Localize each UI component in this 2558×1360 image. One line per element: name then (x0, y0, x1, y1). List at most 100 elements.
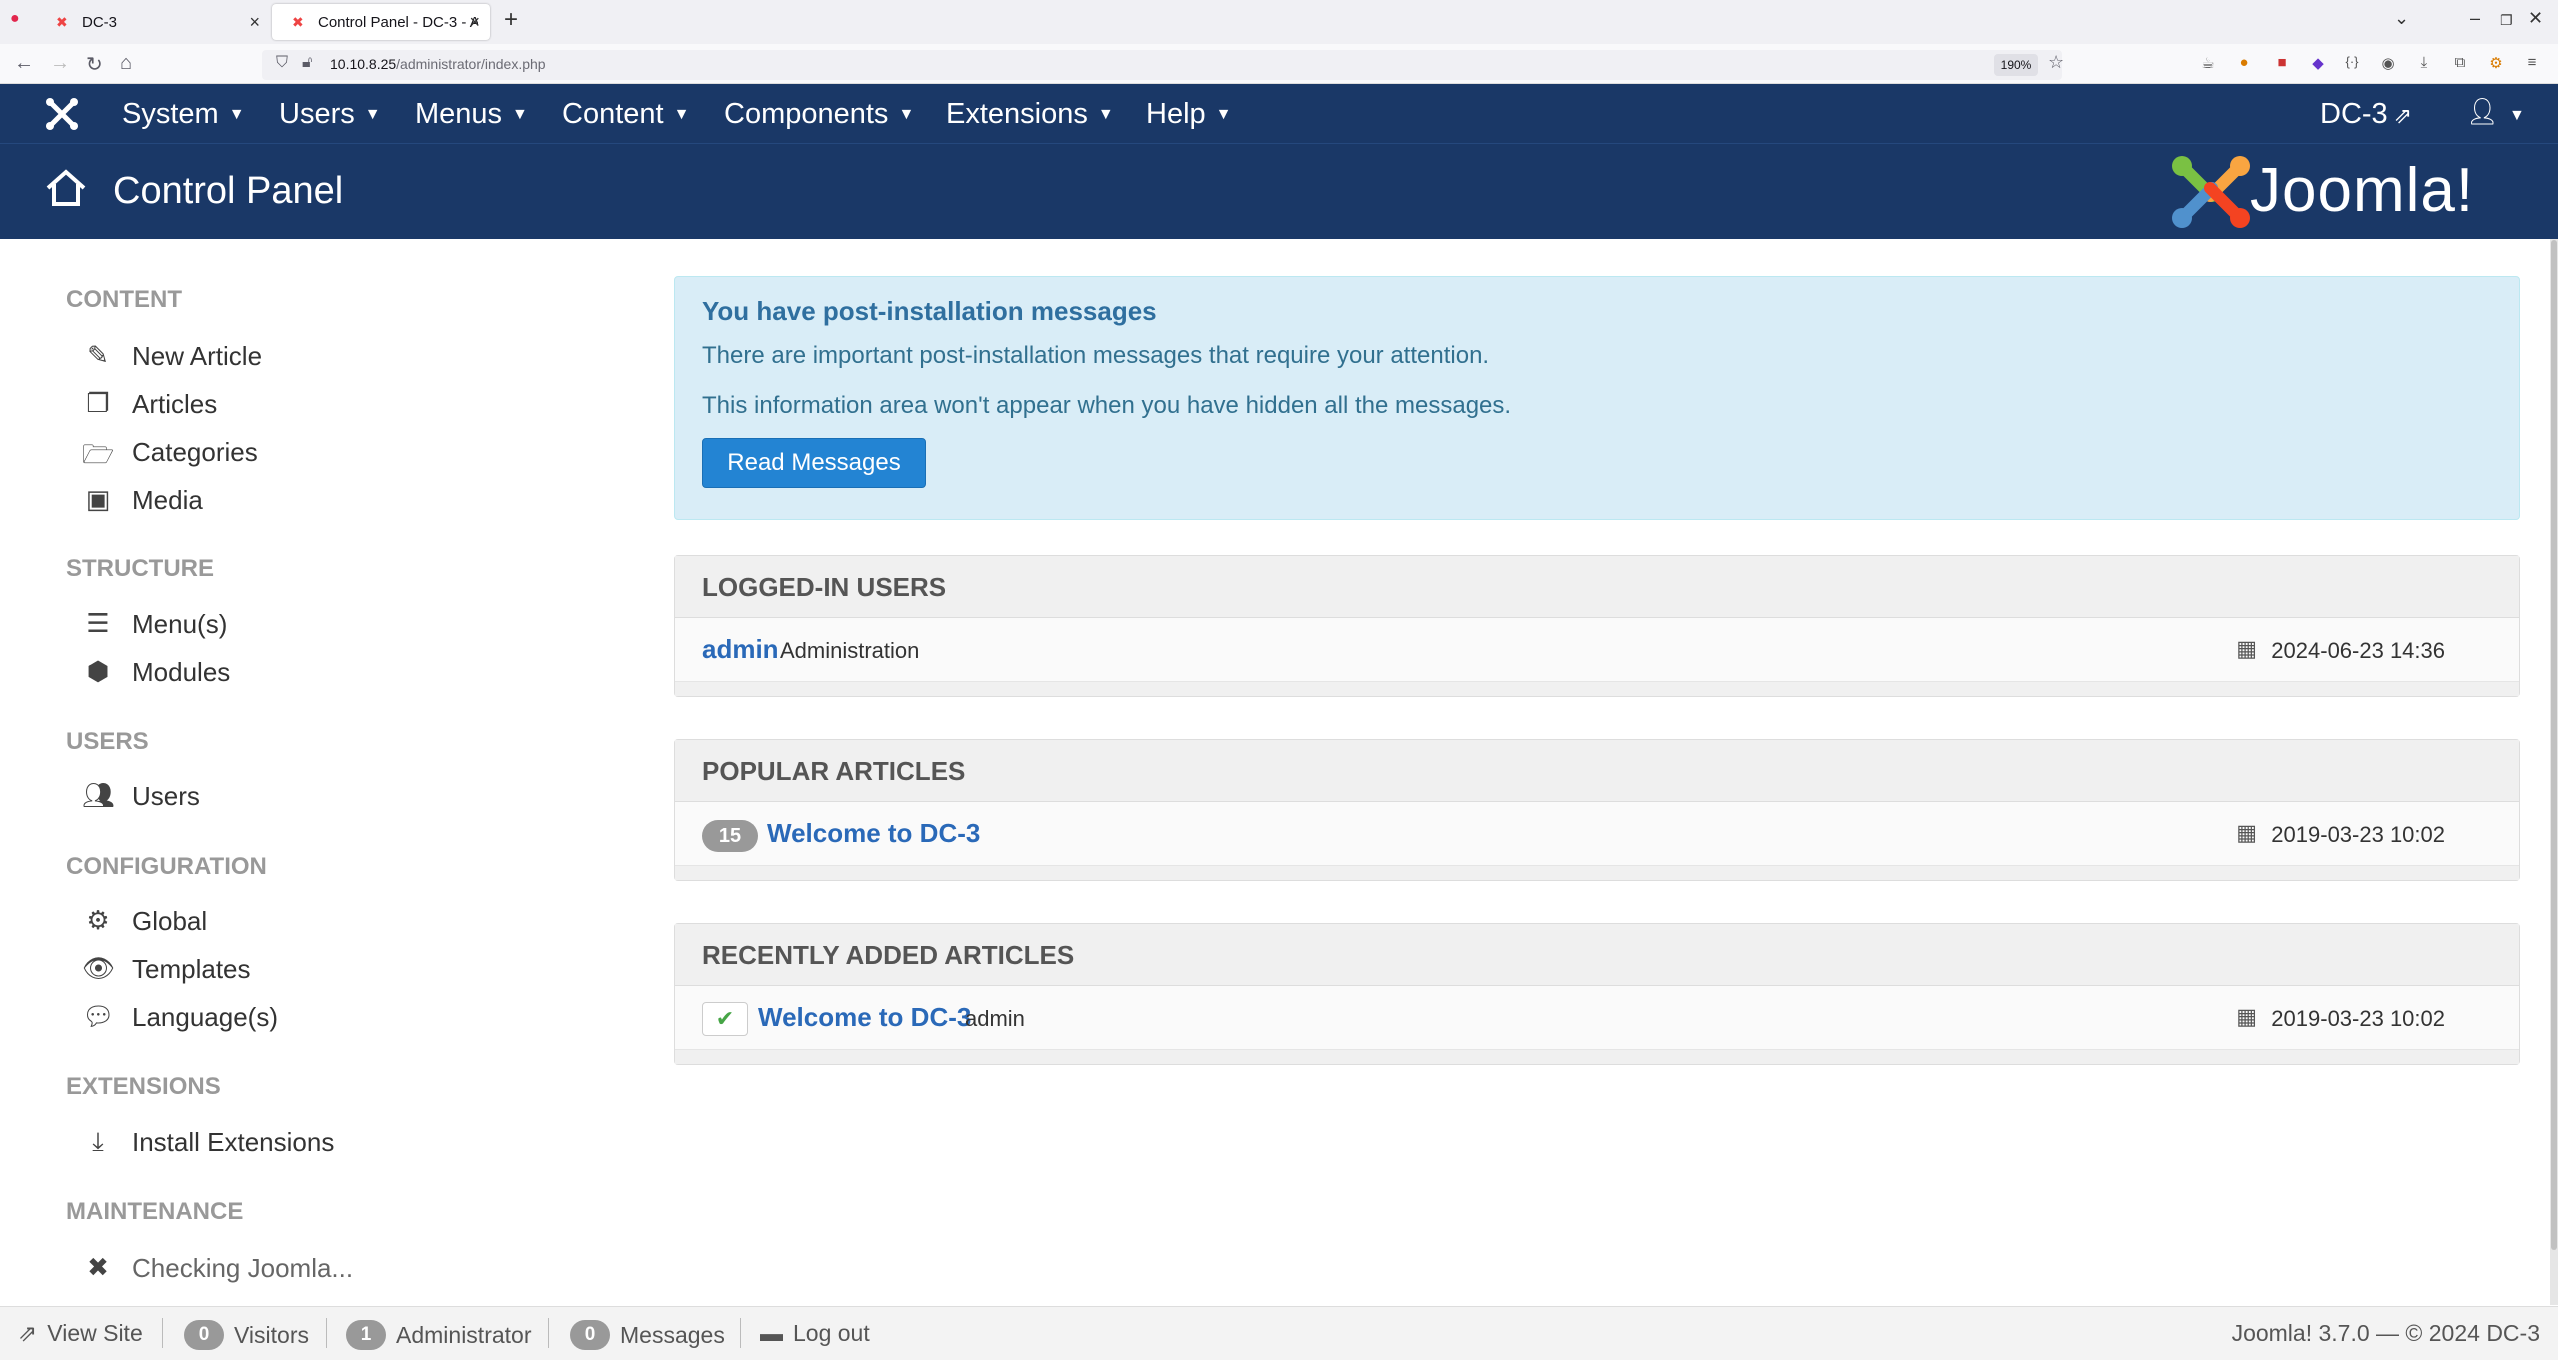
login-date: 2024-06-23 14:36 (2271, 638, 2445, 663)
external-link-icon: ⇗ (2393, 103, 2413, 128)
maximize-window-button[interactable]: ❐ (2500, 12, 2513, 29)
sidebar-item-media[interactable]: ▣ Media (82, 484, 203, 516)
sidebar-item-categories[interactable]: 🗁︎ Categories (82, 436, 258, 470)
menu-extensions[interactable]: Extensions ▼ (946, 98, 1114, 131)
caret-down-icon: ▼ (1215, 106, 1232, 124)
logout-label: Log out (793, 1320, 870, 1346)
close-window-button[interactable]: ✕ (2528, 8, 2543, 29)
sidebar-heading-extensions: EXTENSIONS (66, 1073, 221, 1100)
site-label: DC-3 (2320, 98, 2388, 130)
back-arrow-icon[interactable]: ← (14, 52, 34, 75)
caret-down-icon: ▼ (512, 106, 528, 124)
profile-extension-icon[interactable]: ⚙︎ (2486, 54, 2506, 74)
view-site-link[interactable]: ⇗ View Site (18, 1320, 143, 1347)
caret-down-icon: ▼ (1097, 106, 1114, 124)
menu-label: Menus (415, 98, 503, 130)
sidebar-item-modules[interactable]: ⬢ Modules (82, 656, 231, 688)
sidebar-heading-structure: STRUCTURE (66, 555, 214, 582)
sidebar-item-templates[interactable]: 👁︎ Templates (82, 953, 251, 985)
menu-label: Content (562, 98, 664, 130)
published-check-icon[interactable]: ✔ (702, 1002, 748, 1036)
list-item: admin Administration ▦ 2024-06-23 14:36 (675, 618, 2519, 682)
extensions-puzzle-icon[interactable]: ⧉ (2450, 54, 2470, 74)
article-link[interactable]: Welcome to DC-3 (767, 818, 980, 849)
zoom-level-badge[interactable]: 190% (1994, 54, 2038, 76)
menu-content[interactable]: Content ▼ (562, 98, 689, 131)
extension-icon-6[interactable]: ◉ (2378, 54, 2398, 74)
sidebar-item-articles[interactable]: ❐ Articles (82, 388, 217, 420)
browser-tab-dc3[interactable]: ✖ DC-3 × (36, 4, 270, 40)
hits-badge: 15 (702, 820, 758, 852)
administrator-status[interactable]: 1 Administrator (346, 1320, 531, 1350)
close-tab-icon[interactable]: × (469, 12, 480, 33)
sidebar-item-new-article[interactable]: ✎ New Article (82, 340, 262, 372)
sidebar-item-global[interactable]: ⚙︎ Global (82, 905, 207, 937)
page-scrollbar-thumb[interactable] (2551, 240, 2557, 1250)
view-site-label: View Site (47, 1320, 143, 1346)
new-tab-button[interactable]: + (504, 6, 518, 34)
read-messages-button[interactable]: Read Messages (702, 438, 926, 488)
user-link[interactable]: admin (702, 634, 779, 665)
extension-icon-4[interactable]: ◆ (2308, 54, 2328, 74)
caret-down-icon: ▼ (2509, 107, 2525, 124)
home-icon[interactable]: ⌂ (120, 52, 132, 75)
folder-open-icon: 🗁︎ (82, 439, 115, 469)
status-divider (326, 1318, 327, 1348)
sidebar-item-label: Categories (132, 436, 258, 467)
user-icon: 👤︎ (2466, 96, 2500, 126)
home-icon (44, 166, 88, 210)
panel-heading: RECENTLY ADDED ARTICLES (675, 924, 2519, 986)
lock-warning-icon[interactable]: 🔓︎ (302, 54, 312, 72)
extension-icon-3[interactable]: ■ (2272, 54, 2292, 74)
extension-icon-2[interactable]: ● (2234, 54, 2254, 74)
admin-count-badge: 1 (346, 1320, 386, 1350)
eye-icon: 👁︎ (82, 953, 116, 983)
joomla-brand-text: Joomla! (2250, 156, 2475, 225)
joomla-logo-icon[interactable] (44, 96, 80, 132)
menu-system[interactable]: System ▼ (122, 98, 245, 131)
extension-icon-1[interactable]: ☕︎ (2198, 54, 2218, 74)
visitors-label: Visitors (234, 1321, 309, 1348)
sidebar-item-users[interactable]: 👥︎ Users (82, 780, 200, 812)
home-outline-svg (46, 169, 86, 206)
minimize-window-button[interactable]: – (2470, 8, 2480, 29)
sidebar-item-checking-joomla[interactable]: ✖ Checking Joomla... (82, 1252, 353, 1284)
panel-footer (675, 866, 2519, 880)
article-author: admin (965, 1006, 1025, 1031)
view-site-link[interactable]: DC-3 ⇗ (2320, 98, 2412, 131)
joomla-favicon-icon: ✖ (56, 14, 68, 30)
browser-tab-control-panel[interactable]: ✖ Control Panel - DC-3 - Ad × (272, 4, 490, 40)
logged-in-users-panel: LOGGED-IN USERS admin Administration ▦ 2… (674, 555, 2520, 697)
article-link[interactable]: Welcome to DC-3 (758, 1002, 971, 1033)
sidebar-item-languages[interactable]: 💬︎ Language(s) (82, 1001, 278, 1033)
json-extension-icon[interactable]: {·} (2342, 54, 2362, 74)
calendar-icon: ▦ (2236, 636, 2257, 661)
url-text[interactable]: 10.10.8.25/administrator/index.php (330, 56, 546, 72)
bookmark-star-icon[interactable]: ☆ (2048, 52, 2064, 73)
close-tab-icon[interactable]: × (249, 12, 260, 33)
app-menu-icon[interactable]: ≡ (2522, 54, 2542, 74)
firefox-menu-icon[interactable]: ● (10, 10, 20, 28)
caret-down-icon: ▼ (898, 106, 915, 124)
menu-users[interactable]: Users ▼ (279, 98, 381, 131)
menu-components[interactable]: Components ▼ (724, 98, 914, 131)
logout-link[interactable]: ▬ Log out (760, 1320, 870, 1347)
sidebar-item-install-extensions[interactable]: ⤓ Install Extensions (82, 1126, 334, 1158)
menu-menus[interactable]: Menus ▼ (415, 98, 528, 131)
tab-list-chevron-icon[interactable]: ⌄ (2394, 8, 2409, 29)
joomla-favicon-icon: ✖ (292, 14, 304, 30)
users-icon: 👥︎ (82, 780, 116, 810)
user-menu-dropdown[interactable]: 👤︎ ▼ (2466, 96, 2525, 127)
downloads-icon[interactable]: ⤓ (2414, 54, 2434, 74)
messages-status[interactable]: 0 Messages (570, 1320, 725, 1350)
site-info-shield-icon[interactable]: ⛉ (276, 54, 288, 72)
menu-help[interactable]: Help ▼ (1146, 98, 1232, 131)
panel-footer (675, 1050, 2519, 1064)
sidebar-item-menus[interactable]: ☰ Menu(s) (82, 608, 227, 640)
comments-icon: 💬︎ (82, 1001, 116, 1031)
external-link-icon: ⇗ (18, 1320, 38, 1346)
visitors-status[interactable]: 0 Visitors (184, 1320, 309, 1350)
reload-icon[interactable]: ↻ (86, 52, 103, 77)
sidebar-item-label: Install Extensions (132, 1126, 335, 1157)
forward-arrow-icon[interactable]: → (50, 52, 70, 75)
